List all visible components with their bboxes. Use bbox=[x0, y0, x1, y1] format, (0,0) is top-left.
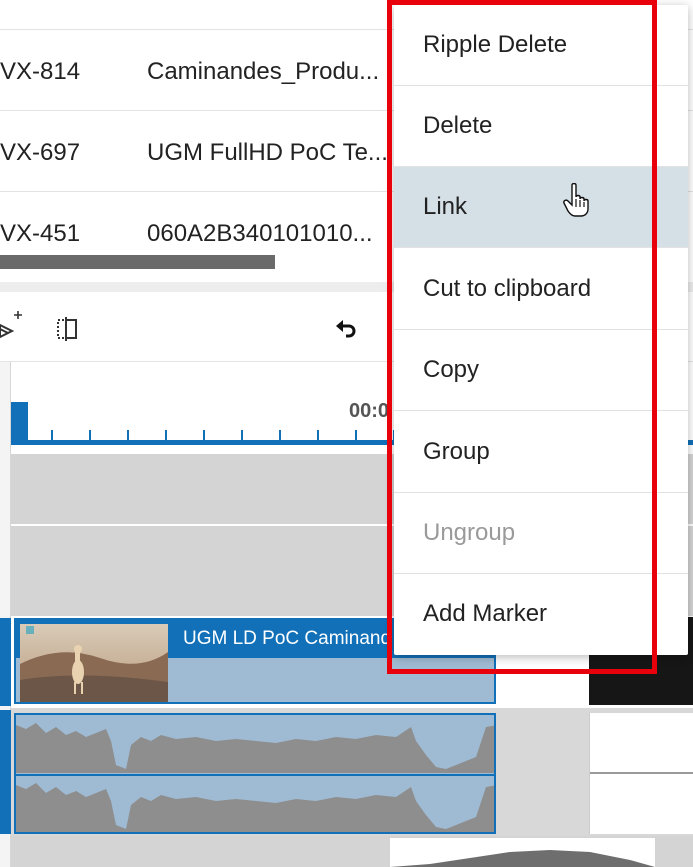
undo-icon[interactable] bbox=[334, 316, 358, 340]
ruler-tick bbox=[279, 430, 281, 441]
playhead-handle[interactable] bbox=[11, 402, 28, 440]
menu-item-cut-to-clipboard[interactable]: Cut to clipboard bbox=[394, 249, 688, 330]
menu-item-copy[interactable]: Copy bbox=[394, 330, 688, 411]
asset-title: UGM FullHD PoC Te... bbox=[147, 139, 388, 166]
clip-thumbnail bbox=[20, 624, 168, 702]
add-track-icon[interactable] bbox=[0, 310, 22, 344]
hand-pointer-icon bbox=[563, 182, 591, 222]
menu-item-label: Group bbox=[423, 438, 490, 465]
ruler-tick bbox=[317, 430, 319, 441]
asset-id: VX-451 bbox=[0, 220, 81, 247]
ruler-tick bbox=[165, 430, 167, 441]
menu-item-ungroup: Ungroup bbox=[394, 493, 688, 574]
asset-id: VX-697 bbox=[0, 139, 81, 166]
menu-item-label: Ungroup bbox=[423, 519, 516, 546]
menu-item-label: Link bbox=[423, 193, 468, 220]
menu-item-label: Cut to clipboard bbox=[423, 275, 592, 302]
horizontal-scrollbar-thumb[interactable] bbox=[0, 255, 275, 269]
menu-item-ripple-delete[interactable]: Ripple Delete bbox=[394, 5, 688, 86]
clip-title: UGM LD PoC Caminand bbox=[183, 628, 392, 649]
ruler-timecode: 00:0 bbox=[349, 400, 390, 422]
asset-title: 060A2B340101010... bbox=[147, 220, 373, 247]
ruler-tick bbox=[203, 430, 205, 441]
menu-item-group[interactable]: Group bbox=[394, 412, 688, 493]
menu-item-label: Add Marker bbox=[423, 600, 548, 627]
ruler-tick bbox=[51, 430, 53, 441]
audio-clip-2[interactable] bbox=[390, 838, 655, 867]
audio-gap bbox=[589, 713, 693, 834]
audio-clip[interactable] bbox=[14, 713, 496, 834]
ruler-tick bbox=[241, 430, 243, 441]
track-selection-indicator bbox=[0, 618, 11, 706]
ruler-tick bbox=[89, 430, 91, 441]
menu-item-label: Copy bbox=[423, 356, 480, 383]
track-selection-indicator bbox=[0, 710, 11, 834]
ruler-tick bbox=[127, 430, 129, 441]
asset-title: Caminandes_Produ... bbox=[147, 58, 380, 85]
ruler-tick bbox=[355, 430, 357, 441]
menu-item-link[interactable]: Link bbox=[394, 167, 688, 248]
menu-item-add-marker[interactable]: Add Marker bbox=[394, 574, 688, 655]
menu-item-label: Delete bbox=[423, 112, 493, 139]
context-menu: Ripple Delete Delete Link Cut to clipboa… bbox=[394, 5, 688, 655]
asset-id: VX-814 bbox=[0, 58, 81, 85]
menu-item-label: Ripple Delete bbox=[423, 31, 568, 58]
menu-item-delete[interactable]: Delete bbox=[394, 86, 688, 167]
audio-waveform bbox=[16, 723, 494, 832]
split-icon[interactable] bbox=[55, 317, 79, 341]
